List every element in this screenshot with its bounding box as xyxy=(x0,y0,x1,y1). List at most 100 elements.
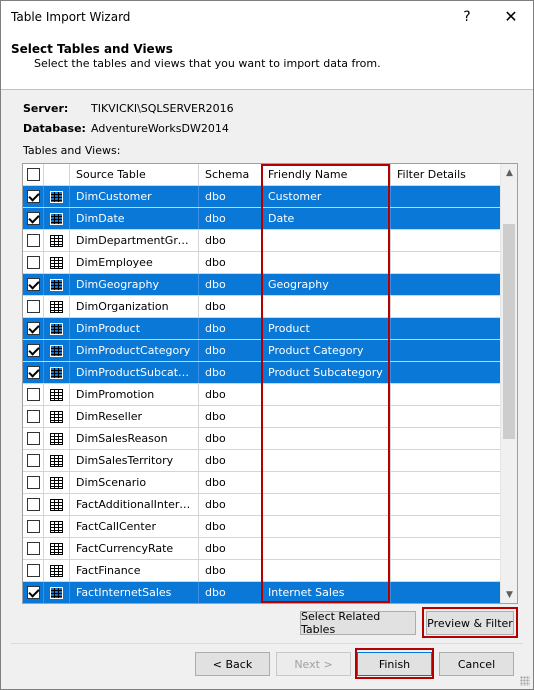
row-checkbox[interactable] xyxy=(26,388,40,401)
row-checkbox-cell[interactable] xyxy=(23,230,44,251)
friendly-name-cell[interactable]: Product xyxy=(262,318,391,339)
source-table-cell[interactable]: FactFinance xyxy=(70,560,199,581)
filter-details-cell[interactable] xyxy=(391,384,501,405)
filter-details-cell[interactable] xyxy=(391,538,501,559)
filter-details-cell[interactable] xyxy=(391,450,501,471)
table-row[interactable]: DimPromotion dbo xyxy=(23,384,501,406)
table-row[interactable]: DimDate dbo Date xyxy=(23,208,501,230)
row-checkbox[interactable] xyxy=(26,520,40,533)
select-all-checkbox[interactable] xyxy=(26,168,40,181)
schema-cell[interactable]: dbo xyxy=(199,538,262,559)
friendly-name-cell[interactable]: Product Category xyxy=(262,340,391,361)
schema-cell[interactable]: dbo xyxy=(199,362,262,383)
row-checkbox-cell[interactable] xyxy=(23,560,44,581)
friendly-name-cell[interactable] xyxy=(262,296,391,317)
row-checkbox-cell[interactable] xyxy=(23,428,44,449)
finish-button[interactable]: Finish xyxy=(357,652,432,676)
select-all-cell[interactable] xyxy=(23,164,44,185)
source-table-cell[interactable]: FactInternetSales xyxy=(70,582,199,603)
filter-details-cell[interactable] xyxy=(391,340,501,361)
source-table-cell[interactable]: DimProduct xyxy=(70,318,199,339)
row-checkbox[interactable] xyxy=(26,322,40,335)
table-row[interactable]: DimCustomer dbo Customer xyxy=(23,186,501,208)
filter-details-cell[interactable] xyxy=(391,494,501,515)
row-checkbox-cell[interactable] xyxy=(23,450,44,471)
row-checkbox[interactable] xyxy=(26,498,40,511)
row-checkbox-cell[interactable] xyxy=(23,340,44,361)
row-checkbox-cell[interactable] xyxy=(23,494,44,515)
filter-details-cell[interactable] xyxy=(391,582,501,603)
table-row[interactable]: DimScenario dbo xyxy=(23,472,501,494)
filter-details-cell[interactable] xyxy=(391,318,501,339)
row-checkbox-cell[interactable] xyxy=(23,538,44,559)
filter-details-cell[interactable] xyxy=(391,428,501,449)
friendly-name-cell[interactable]: Product Subcategory xyxy=(262,362,391,383)
row-checkbox-cell[interactable] xyxy=(23,582,44,603)
row-checkbox[interactable] xyxy=(26,542,40,555)
row-checkbox[interactable] xyxy=(26,366,40,379)
row-checkbox[interactable] xyxy=(26,476,40,489)
filter-details-cell[interactable] xyxy=(391,560,501,581)
table-row[interactable]: DimSalesReason dbo xyxy=(23,428,501,450)
resize-grip-icon[interactable] xyxy=(520,676,530,686)
row-checkbox[interactable] xyxy=(26,256,40,269)
filter-details-cell[interactable] xyxy=(391,516,501,537)
column-header-source-table[interactable]: Source Table xyxy=(70,164,199,185)
scroll-up-icon[interactable]: ▲ xyxy=(501,164,517,181)
column-header-schema[interactable]: Schema xyxy=(199,164,262,185)
table-row[interactable]: FactAdditionalInterna... dbo xyxy=(23,494,501,516)
table-row[interactable]: DimGeography dbo Geography xyxy=(23,274,501,296)
friendly-name-cell[interactable] xyxy=(262,406,391,427)
row-checkbox[interactable] xyxy=(26,410,40,423)
help-button[interactable]: ? xyxy=(445,1,489,32)
friendly-name-cell[interactable]: Customer xyxy=(262,186,391,207)
filter-details-cell[interactable] xyxy=(391,186,501,207)
row-checkbox-cell[interactable] xyxy=(23,362,44,383)
friendly-name-cell[interactable] xyxy=(262,538,391,559)
row-checkbox-cell[interactable] xyxy=(23,516,44,537)
table-row[interactable]: DimProductCategory dbo Product Category xyxy=(23,340,501,362)
schema-cell[interactable]: dbo xyxy=(199,406,262,427)
row-checkbox-cell[interactable] xyxy=(23,296,44,317)
scroll-thumb[interactable] xyxy=(503,224,515,439)
source-table-cell[interactable]: DimSalesReason xyxy=(70,428,199,449)
friendly-name-cell[interactable] xyxy=(262,230,391,251)
friendly-name-cell[interactable] xyxy=(262,560,391,581)
source-table-cell[interactable]: DimDate xyxy=(70,208,199,229)
schema-cell[interactable]: dbo xyxy=(199,318,262,339)
row-checkbox-cell[interactable] xyxy=(23,384,44,405)
schema-cell[interactable]: dbo xyxy=(199,208,262,229)
table-row[interactable]: DimOrganization dbo xyxy=(23,296,501,318)
row-checkbox[interactable] xyxy=(26,212,40,225)
close-button[interactable]: ✕ xyxy=(489,1,533,32)
filter-details-cell[interactable] xyxy=(391,252,501,273)
schema-cell[interactable]: dbo xyxy=(199,582,262,603)
filter-details-cell[interactable] xyxy=(391,296,501,317)
row-checkbox-cell[interactable] xyxy=(23,208,44,229)
source-table-cell[interactable]: DimReseller xyxy=(70,406,199,427)
friendly-name-cell[interactable]: Internet Sales xyxy=(262,582,391,603)
filter-details-cell[interactable] xyxy=(391,406,501,427)
row-checkbox[interactable] xyxy=(26,234,40,247)
table-row[interactable]: DimDepartmentGroup dbo xyxy=(23,230,501,252)
table-row[interactable]: FactCurrencyRate dbo xyxy=(23,538,501,560)
table-row[interactable]: DimSalesTerritory dbo xyxy=(23,450,501,472)
source-table-cell[interactable]: FactAdditionalInterna... xyxy=(70,494,199,515)
row-checkbox-cell[interactable] xyxy=(23,406,44,427)
filter-details-cell[interactable] xyxy=(391,230,501,251)
schema-cell[interactable]: dbo xyxy=(199,384,262,405)
filter-details-cell[interactable] xyxy=(391,472,501,493)
cancel-button[interactable]: Cancel xyxy=(439,652,514,676)
table-row[interactable]: DimEmployee dbo xyxy=(23,252,501,274)
table-row[interactable]: DimProduct dbo Product xyxy=(23,318,501,340)
friendly-name-cell[interactable] xyxy=(262,516,391,537)
schema-cell[interactable]: dbo xyxy=(199,450,262,471)
scroll-down-icon[interactable]: ▼ xyxy=(501,586,517,603)
schema-cell[interactable]: dbo xyxy=(199,274,262,295)
source-table-cell[interactable]: DimPromotion xyxy=(70,384,199,405)
filter-details-cell[interactable] xyxy=(391,208,501,229)
source-table-cell[interactable]: FactCurrencyRate xyxy=(70,538,199,559)
filter-details-cell[interactable] xyxy=(391,274,501,295)
row-checkbox[interactable] xyxy=(26,300,40,313)
source-table-cell[interactable]: DimDepartmentGroup xyxy=(70,230,199,251)
